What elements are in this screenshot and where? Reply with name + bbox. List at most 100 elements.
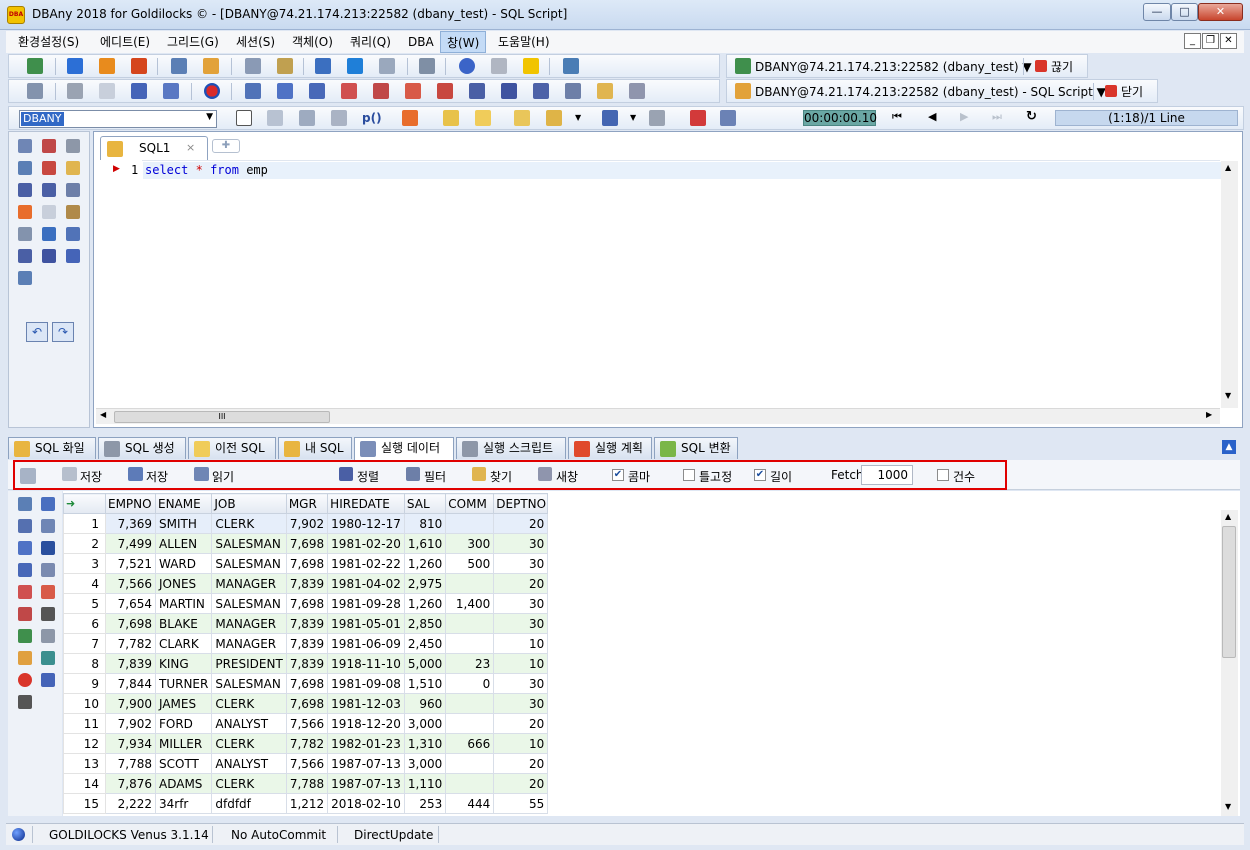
table-cell[interactable]: KING (154, 653, 213, 674)
table-cell[interactable]: MARTIN (154, 593, 213, 614)
table-cell[interactable]: 7,782 (285, 733, 329, 754)
table-cell[interactable]: 7,566 (285, 753, 329, 774)
menu-edit[interactable]: 에디트(E) (94, 31, 156, 53)
table-cell[interactable]: CLERK (211, 773, 287, 794)
sort-button[interactable]: 정렬 (339, 467, 379, 485)
row-number[interactable]: 13 (63, 753, 106, 774)
table-cell[interactable]: 1981-09-28 (327, 593, 405, 614)
table-cell[interactable]: 10 (493, 653, 549, 674)
save-dropdown-icon[interactable]: ▼ (630, 113, 636, 122)
tab-previous-sql[interactable]: 이전 SQL (188, 437, 276, 459)
undo-icon[interactable]: ↶ (26, 322, 48, 342)
table-cell[interactable]: SALESMAN (211, 673, 287, 694)
tab-explain-plan[interactable]: 실행 계획 (568, 437, 652, 459)
zoom-in-icon[interactable] (66, 161, 80, 175)
search-icon[interactable] (41, 563, 55, 577)
table-row[interactable]: 12 7,934 MILLER CLERK 7,782 1982-01-23 1,310 66… (63, 733, 549, 754)
scroll-down-icon[interactable]: ▼ (1225, 391, 1231, 400)
table-cell[interactable]: 1981-04-02 (327, 573, 405, 594)
zoom-out-icon[interactable] (42, 161, 56, 175)
table-cell[interactable]: 10 (493, 633, 549, 654)
table-cell[interactable] (445, 613, 495, 634)
table-cell[interactable] (445, 573, 495, 594)
table-row[interactable]: 4 7,566 JONES MANAGER 7,839 1981-04-02 2,975 20 (63, 573, 549, 594)
table-cell[interactable]: 1,110 (403, 773, 447, 794)
grid-vertical-scrollbar[interactable]: ▲ ▼ (1221, 510, 1238, 816)
table-cell[interactable]: CLERK (211, 513, 287, 534)
table-icon[interactable] (18, 563, 32, 577)
row-number[interactable]: 8 (63, 653, 106, 674)
menu-dba[interactable]: DBA (402, 31, 440, 53)
table-cell[interactable]: 10 (493, 733, 549, 754)
filter-button[interactable]: 필터 (406, 467, 446, 485)
table-row[interactable]: 11 7,902 FORD ANALYST 7,566 1918-12-20 3,000 20 (63, 713, 549, 734)
table-cell[interactable]: 7,876 (105, 773, 156, 794)
table-cell[interactable]: FORD (154, 713, 213, 734)
table-cell[interactable]: 1980-12-17 (327, 513, 405, 534)
table-cell[interactable]: 1,400 (445, 593, 495, 614)
table-cell[interactable]: 7,934 (105, 733, 156, 754)
table-row[interactable]: 5 7,654 MARTIN SALESMAN 7,698 1981-09-28 1,260… (63, 593, 549, 614)
monitor-icon[interactable] (347, 58, 363, 74)
object-browser-icon[interactable] (245, 58, 261, 74)
pin-icon[interactable]: ▲ (1222, 440, 1236, 454)
select-template-icon[interactable] (18, 139, 32, 153)
table-cell[interactable]: 7,698 (285, 553, 329, 574)
find-button[interactable]: 찾기 (472, 467, 512, 485)
menu-window[interactable]: 창(W) (440, 31, 487, 53)
insert-row-icon[interactable] (18, 519, 32, 533)
zoom-icon[interactable] (18, 161, 32, 175)
table-row[interactable]: 2 7,499 ALLEN SALESMAN 7,698 1981-02-20 1,610 3… (63, 533, 549, 554)
table-cell[interactable]: 3,000 (403, 713, 447, 734)
copy-icon[interactable] (331, 110, 347, 126)
cube-icon[interactable] (491, 58, 507, 74)
schema-combo[interactable]: DBANY ▼ (19, 110, 217, 128)
table-cell[interactable]: 1,260 (403, 593, 447, 614)
open-folder-icon[interactable] (546, 110, 562, 126)
maximize-button[interactable]: □ (1171, 3, 1198, 21)
t4-icon[interactable] (41, 673, 55, 687)
table-cell[interactable]: 1,260 (403, 553, 447, 574)
table-cell[interactable] (445, 513, 495, 534)
table-cell[interactable]: 2,975 (403, 573, 447, 594)
copy-template-icon[interactable] (66, 139, 80, 153)
delete-row-icon[interactable] (373, 83, 389, 99)
indent-icon[interactable] (42, 183, 56, 197)
sort-icon[interactable] (533, 83, 549, 99)
record-view-icon[interactable] (18, 497, 32, 511)
table-cell[interactable] (445, 773, 495, 794)
table-cell[interactable]: SALESMAN (211, 553, 287, 574)
move-icon[interactable] (42, 205, 56, 219)
table-cell[interactable]: 2018-02-10 (327, 793, 405, 814)
row-indicator-header[interactable]: ➜ (63, 493, 106, 514)
table-cell[interactable]: MANAGER (211, 573, 287, 594)
table-cell[interactable]: 30 (493, 673, 549, 694)
table-row[interactable]: 9 7,844 TURNER SALESMAN 7,698 1981-09-08 1,510… (63, 673, 549, 694)
layout-icon[interactable] (18, 695, 32, 709)
table-cell[interactable]: 7,499 (105, 533, 156, 554)
table-cell[interactable]: ANALYST (211, 713, 287, 734)
tab-close-icon[interactable]: × (186, 141, 195, 154)
first-page-icon[interactable]: ⏮ (892, 110, 902, 124)
table-cell[interactable]: 5,000 (403, 653, 447, 674)
table-cell[interactable]: dfdfdf (211, 793, 287, 814)
block-icon[interactable] (18, 227, 32, 241)
table-cell[interactable]: 7,654 (105, 593, 156, 614)
table-cell[interactable]: 253 (403, 793, 447, 814)
script-select[interactable]: DBANY@74.21.174.213:22582 (dbany_test) -… (755, 82, 1106, 102)
new-folder-icon[interactable] (443, 110, 459, 126)
table-cell[interactable]: SALESMAN (211, 593, 287, 614)
new-window-button[interactable]: 새창 (538, 467, 578, 485)
dropdown-arrow-icon[interactable]: ▼ (575, 113, 581, 122)
scroll-left-icon[interactable]: ◀ (100, 410, 106, 419)
grid-scroll-thumb[interactable] (1222, 526, 1236, 658)
delete-row-icon[interactable] (18, 541, 32, 555)
table-cell[interactable]: 1981-12-03 (327, 693, 405, 714)
table-cell[interactable]: 2,450 (403, 633, 447, 654)
table-cell[interactable]: 810 (403, 513, 447, 534)
outdent-icon[interactable] (66, 183, 80, 197)
table-cell[interactable]: 1981-09-08 (327, 673, 405, 694)
expand-icon[interactable] (42, 227, 56, 241)
tab-sql-generate[interactable]: SQL 생성 (98, 437, 186, 459)
insert-row-icon[interactable] (405, 83, 421, 99)
